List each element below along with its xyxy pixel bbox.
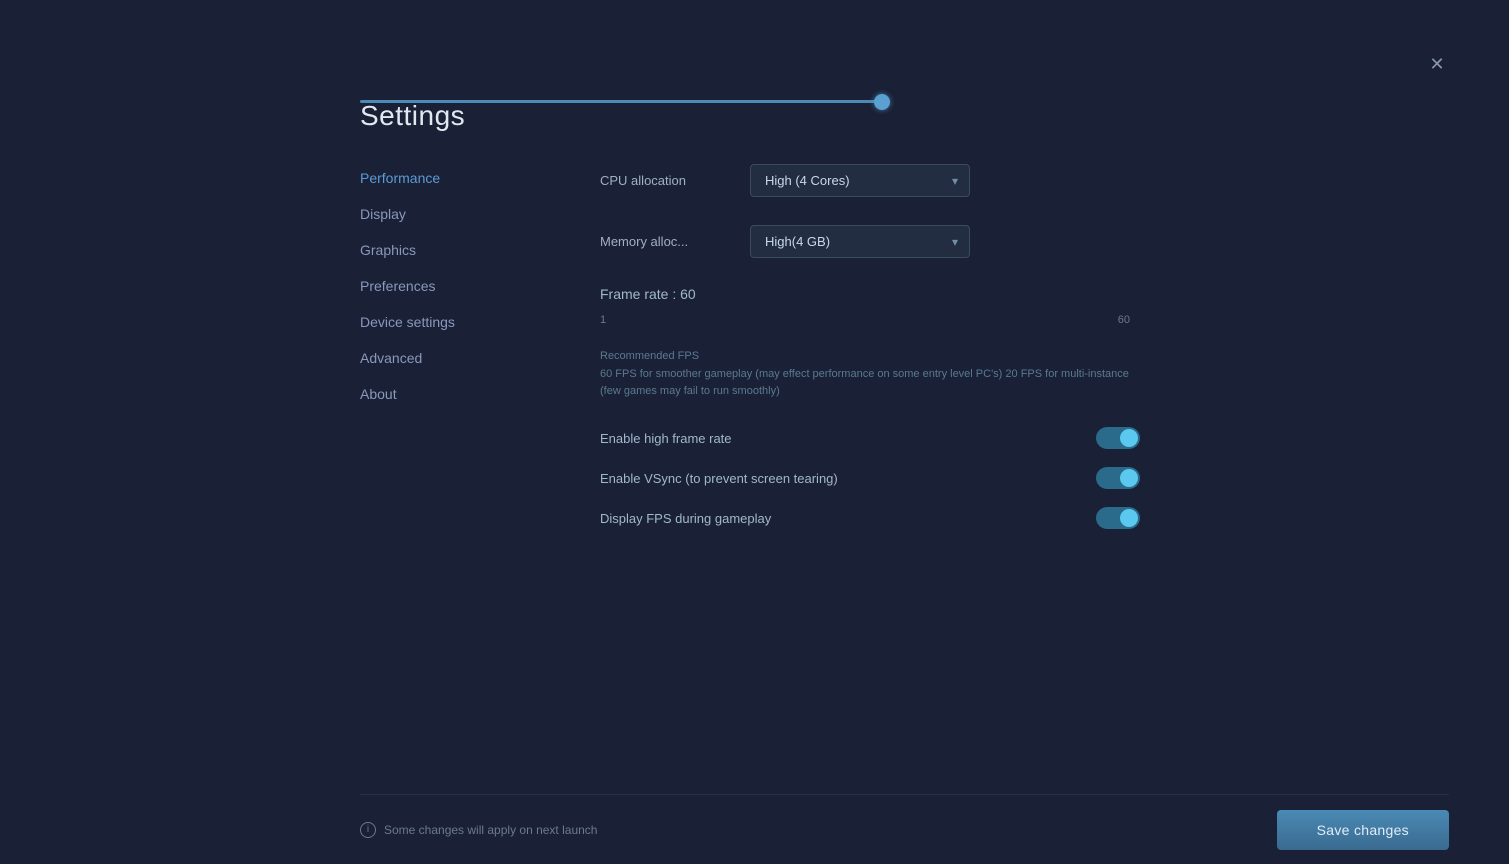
cpu-allocation-select[interactable]: High (4 Cores) Medium (2 Cores) Low (1 C…	[750, 164, 970, 197]
info-icon: i	[360, 822, 376, 838]
memory-allocation-row: Memory alloc... High(4 GB) Medium(2 GB) …	[600, 225, 1449, 258]
frame-rate-min-label: 1	[600, 314, 606, 326]
frame-rate-slider[interactable]	[360, 100, 890, 103]
sidebar-item-graphics[interactable]: Graphics	[360, 236, 520, 264]
toggle-vsync[interactable]	[1096, 467, 1140, 489]
save-changes-button[interactable]: Save changes	[1277, 810, 1449, 850]
toggle-high-frame-rate-row: Enable high frame rate	[600, 427, 1140, 449]
toggle-display-fps[interactable]	[1096, 507, 1140, 529]
toggle-display-fps-row: Display FPS during gameplay	[600, 507, 1140, 529]
frame-rate-max-label: 60	[1118, 314, 1130, 326]
toggle-vsync-label: Enable VSync (to prevent screen tearing)	[600, 471, 838, 486]
recommended-fps-text: 60 FPS for smoother gameplay (may effect…	[600, 366, 1130, 399]
cpu-allocation-row: CPU allocation High (4 Cores) Medium (2 …	[600, 164, 1449, 197]
sidebar-item-display[interactable]: Display	[360, 200, 520, 228]
memory-allocation-label: Memory alloc...	[600, 234, 730, 249]
frame-rate-section: Frame rate : 60 1 60	[600, 286, 1449, 326]
frame-rate-label: Frame rate : 60	[600, 286, 1449, 302]
sidebar-item-preferences[interactable]: Preferences	[360, 272, 520, 300]
footer: i Some changes will apply on next launch…	[360, 794, 1449, 864]
sidebar-item-performance[interactable]: Performance	[360, 164, 520, 192]
cpu-allocation-select-wrapper: High (4 Cores) Medium (2 Cores) Low (1 C…	[750, 164, 970, 197]
toggle-display-fps-label: Display FPS during gameplay	[600, 511, 771, 526]
recommended-fps-section: Recommended FPS 60 FPS for smoother game…	[600, 350, 1449, 399]
memory-allocation-select-wrapper: High(4 GB) Medium(2 GB) Low(1 GB) ▾	[750, 225, 970, 258]
cpu-allocation-label: CPU allocation	[600, 173, 730, 188]
toggle-vsync-row: Enable VSync (to prevent screen tearing)	[600, 467, 1140, 489]
close-button[interactable]: ✕	[1425, 52, 1449, 76]
footer-notice-text: Some changes will apply on next launch	[384, 823, 597, 837]
memory-allocation-select[interactable]: High(4 GB) Medium(2 GB) Low(1 GB)	[750, 225, 970, 258]
toggle-high-frame-rate-label: Enable high frame rate	[600, 431, 732, 446]
sidebar: Performance Display Graphics Preferences…	[360, 164, 520, 547]
toggle-high-frame-rate[interactable]	[1096, 427, 1140, 449]
sidebar-item-device-settings[interactable]: Device settings	[360, 308, 520, 336]
main-content: CPU allocation High (4 Cores) Medium (2 …	[600, 164, 1449, 547]
footer-notice: i Some changes will apply on next launch	[360, 822, 597, 838]
recommended-fps-title: Recommended FPS	[600, 350, 1449, 362]
sidebar-item-about[interactable]: About	[360, 380, 520, 408]
sidebar-item-advanced[interactable]: Advanced	[360, 344, 520, 372]
